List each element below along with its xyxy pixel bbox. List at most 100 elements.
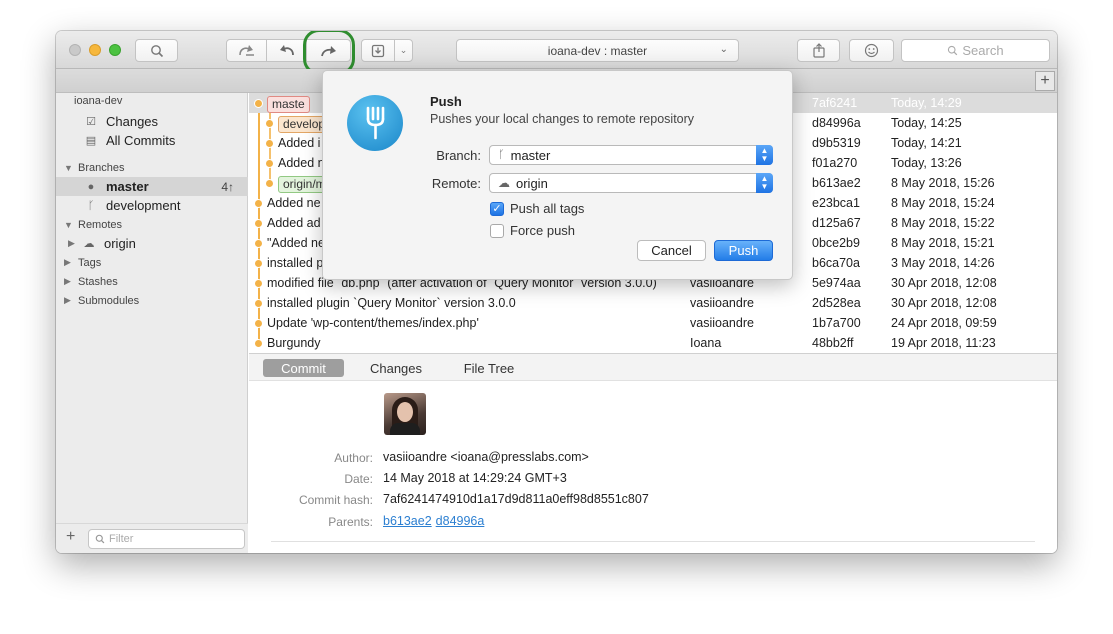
avatar [384, 393, 426, 435]
sidebar-item-label: origin [104, 236, 136, 251]
commit-date: 19 Apr 2018, 11:23 [891, 336, 996, 350]
parent-link[interactable]: b613ae2 [383, 514, 432, 528]
section-header-label: Remotes [78, 218, 123, 231]
section-header-label: Stashes [78, 275, 118, 288]
commit-message: "Added ne [267, 236, 325, 250]
commit-graph-dot [265, 159, 274, 168]
sidebar-item-branch-master[interactable]: ● master 4↑ [56, 177, 248, 196]
commit-graph-dot [254, 299, 263, 308]
table-row[interactable]: Burgundy Ioana 48bb2ff 19 Apr 2018, 11:23 [249, 333, 1057, 353]
sidebar-item-all-commits[interactable]: ▤ All Commits [56, 131, 248, 150]
chevron-down-icon: ⌄ [399, 45, 408, 55]
checkbox-empty-icon [490, 223, 504, 238]
disclosure-closed-icon: ▶ [68, 238, 75, 248]
parent-link[interactable]: d84996a [436, 514, 485, 528]
sidebar-section-branches[interactable]: ▼ Branches [56, 158, 248, 177]
search-commits-button[interactable] [135, 39, 178, 62]
branch-select[interactable]: ᚴ master ▲ ▼ [489, 145, 773, 165]
sidebar-item-label: master [106, 179, 149, 194]
section-header-label: Tags [78, 256, 102, 269]
disclosure-closed-icon: ▶ [64, 295, 71, 305]
sidebar-item-changes[interactable]: ☑ Changes [56, 112, 248, 131]
table-row[interactable]: installed plugin `Query Monitor` version… [249, 293, 1057, 313]
sidebar-item-label: Changes [106, 114, 159, 129]
search-icon [95, 534, 105, 544]
cancel-button[interactable]: Cancel [637, 240, 706, 261]
search-icon [948, 45, 958, 56]
sidebar-item-remote-origin[interactable]: ▶ ☁ origin [56, 234, 248, 253]
dialog-title: Push [430, 94, 462, 109]
current-branch-dot-icon: ● [87, 180, 95, 193]
pull-button[interactable] [266, 39, 307, 62]
branch-select-value: master [510, 147, 551, 163]
branch-tag[interactable]: maste [267, 96, 310, 113]
cloud-icon: ☁ [498, 176, 510, 190]
commit-hash: 2d528ea [812, 296, 861, 310]
commit-hash: 7af6241 [812, 96, 858, 110]
disclosure-closed-icon: ▶ [64, 276, 71, 286]
sidebar-item-label: All Commits [106, 133, 176, 148]
commit-date: 30 Apr 2018, 12:08 [891, 296, 997, 310]
remote-select[interactable]: ☁ origin ▲ ▼ [489, 173, 773, 193]
commit-hash: d84996a [812, 116, 861, 130]
tab-file-tree[interactable]: File Tree [453, 359, 525, 377]
commit-message: installed p [267, 256, 323, 270]
sidebar-section-remotes[interactable]: ▼ Remotes [56, 215, 248, 234]
parents-label: Parents: [328, 515, 373, 529]
author-label: Author: [334, 451, 373, 465]
commit-hash: b613ae2 [812, 176, 861, 190]
commit-message-text: installed p [267, 256, 324, 270]
commit-message: Burgundy [267, 336, 321, 350]
minimize-window-button[interactable] [89, 44, 101, 56]
commit-date: Today, 13:26 [891, 156, 962, 170]
commit-graph-dot [265, 119, 274, 128]
commit-graph-dot [254, 259, 263, 268]
commit-message: Update 'wp-content/themes/index.php' [267, 316, 479, 330]
remote-select-value: origin [516, 175, 548, 191]
table-row[interactable]: Update 'wp-content/themes/index.php' vasi… [249, 313, 1057, 333]
sidebar-item-branch-development[interactable]: ᚴ development [56, 196, 248, 215]
branch-icon: ᚴ [498, 149, 505, 161]
search-input[interactable]: Search [901, 39, 1050, 62]
sidebar-filter-input[interactable]: Filter [88, 529, 245, 549]
repository-branch-selector[interactable]: ioana-dev : master ⌄ [456, 39, 739, 62]
branch-label: Branch: [436, 148, 481, 163]
commit-hash-value: 7af6241474910d1a17d9d811a0eff98d8551c807 [383, 492, 649, 506]
stash-button[interactable] [361, 39, 395, 62]
select-stepper-icon: ▲ ▼ [756, 173, 773, 193]
plus-icon: + [1040, 72, 1050, 89]
sidebar-section-tags[interactable]: ▶ Tags [56, 253, 248, 272]
detail-tab-bar: Commit Changes File Tree [249, 353, 1057, 381]
commit-detail: Author: vasiioandre <ioana@presslabs.com… [249, 381, 1057, 553]
commit-graph-dot [254, 239, 263, 248]
push-all-tags-checkbox[interactable]: ✓ Push all tags [490, 201, 584, 216]
maximize-window-button[interactable] [109, 44, 121, 56]
add-repository-button[interactable]: + [66, 528, 75, 546]
force-push-checkbox[interactable]: Force push [490, 223, 575, 238]
close-window-button[interactable] [69, 44, 81, 56]
commit-hash: 48bb2ff [812, 336, 854, 350]
disclosure-open-icon: ▼ [64, 219, 73, 230]
commit-graph-dot [254, 99, 263, 108]
commit-graph-dot [254, 199, 263, 208]
push-button[interactable]: Push [714, 240, 773, 261]
tab-commit[interactable]: Commit [263, 359, 344, 377]
commit-date: 3 May 2018, 14:26 [891, 256, 995, 270]
select-stepper-icon: ▲ ▼ [756, 145, 773, 165]
stash-menu-button[interactable]: ⌄ [394, 39, 413, 62]
feedback-button[interactable] [849, 39, 894, 62]
share-button[interactable] [797, 39, 840, 62]
checkbox-label: Force push [510, 223, 576, 238]
sidebar: ioana-dev ☑ Changes ▤ All Commits ▼ Bran… [56, 93, 248, 553]
tab-changes[interactable]: Changes [361, 359, 431, 377]
new-tab-button[interactable]: + [1035, 71, 1055, 91]
repository-branch-label: ioana-dev : master [547, 43, 648, 58]
chevron-down-icon: ⌄ [719, 44, 728, 55]
checkmark-icon: ✓ [490, 201, 504, 216]
divider [271, 541, 1035, 542]
commit-hash-label: Commit hash: [298, 493, 373, 507]
toolbar: ⌄ ioana-dev : master ⌄ Search [56, 31, 1057, 75]
sidebar-section-submodules[interactable]: ▶ Submodules [56, 291, 248, 310]
fetch-button[interactable] [226, 39, 267, 62]
sidebar-section-stashes[interactable]: ▶ Stashes [56, 272, 248, 291]
